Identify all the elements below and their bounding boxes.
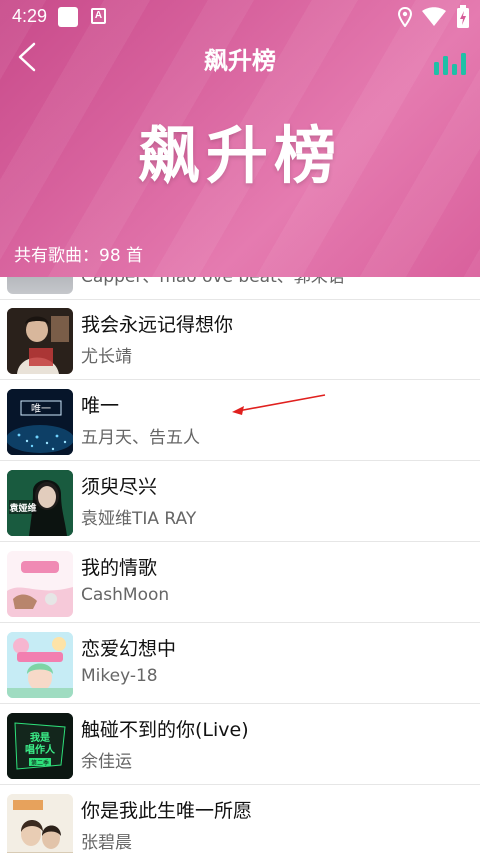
song-title: 你是我此生唯一所愿 xyxy=(81,800,253,822)
notification-a-icon: A xyxy=(91,8,106,24)
cover-art: 袁娅维 xyxy=(7,470,73,536)
cover-text: 唱作人 xyxy=(25,743,56,756)
song-row[interactable]: 我会永远记得想你 尤长靖 xyxy=(0,300,480,380)
wifi-icon xyxy=(422,7,446,26)
song-row[interactable]: 我是 唱作人 第二季 触碰不到的你(Live) 余佳运 xyxy=(0,705,480,785)
album-cover: 袁娅维 xyxy=(7,470,73,536)
chart-banner-title: 飙升榜 xyxy=(137,119,342,192)
cover-text: 袁娅维 xyxy=(8,502,36,514)
song-row[interactable]: 恋爱幻想中 Mikey-18 xyxy=(0,624,480,704)
playing-equalizer-icon[interactable] xyxy=(432,50,470,76)
song-artist: 五月天、告五人 xyxy=(81,428,200,448)
song-count: 共有歌曲：98 首 xyxy=(14,246,144,266)
chart-header: 4:29 A 飙升榜 飙升榜 共有歌曲：98 首 xyxy=(0,0,480,277)
status-icons xyxy=(398,5,470,29)
song-artist: CashMoon xyxy=(81,585,170,605)
annotation-arrow xyxy=(232,394,326,415)
song-title: 我会永远记得想你 xyxy=(81,314,234,336)
album-cover xyxy=(7,277,73,294)
song-row[interactable]: Capper、mao ove beat、郭来语 xyxy=(0,277,480,300)
song-list: Capper、mao ove beat、郭来语 我会永远记得想你 尤长靖 唯一 … xyxy=(0,277,480,853)
cover-text: 第二季 xyxy=(31,759,49,767)
status-bar: 4:29 A xyxy=(0,0,480,34)
page-title: 飙升榜 xyxy=(204,47,276,75)
album-cover xyxy=(7,551,73,617)
song-artist: Capper、mao ove beat、郭来语 xyxy=(81,277,345,287)
location-icon xyxy=(398,7,412,27)
notification-square-icon xyxy=(58,7,78,27)
song-artist: 张碧晨 xyxy=(81,833,132,853)
song-row[interactable]: 袁娅维 须臾尽兴 袁娅维TIA RAY xyxy=(0,462,480,542)
cover-art xyxy=(7,551,73,617)
album-cover xyxy=(7,794,73,853)
cover-art xyxy=(7,308,73,374)
album-cover xyxy=(7,308,73,374)
cover-text: 我是 xyxy=(30,731,50,744)
album-cover: 我是 唱作人 第二季 xyxy=(7,713,73,779)
album-cover xyxy=(7,632,73,698)
song-artist: Mikey-18 xyxy=(81,666,158,686)
battery-charging-icon xyxy=(457,5,469,28)
song-title: 我的情歌 xyxy=(81,557,158,579)
cover-text: 唯一 xyxy=(31,403,51,415)
cover-art: 我是 唱作人 第二季 xyxy=(7,713,73,779)
song-row[interactable]: 你是我此生唯一所愿 张碧晨 xyxy=(0,786,480,853)
song-artist: 尤长靖 xyxy=(81,347,132,367)
status-time: 4:29 xyxy=(12,6,48,26)
song-title: 须臾尽兴 xyxy=(81,476,158,498)
song-artist: 余佳运 xyxy=(81,752,132,772)
song-row[interactable]: 我的情歌 CashMoon xyxy=(0,543,480,623)
song-title: 恋爱幻想中 xyxy=(81,638,177,660)
album-cover: 唯一 xyxy=(7,389,73,455)
cover-art: 唯一 xyxy=(7,389,73,455)
song-title: 触碰不到的你(Live) xyxy=(81,719,249,741)
cover-art xyxy=(7,794,73,853)
cover-art xyxy=(7,632,73,698)
song-title: 唯一 xyxy=(81,395,120,417)
song-artist: 袁娅维TIA RAY xyxy=(81,509,197,529)
